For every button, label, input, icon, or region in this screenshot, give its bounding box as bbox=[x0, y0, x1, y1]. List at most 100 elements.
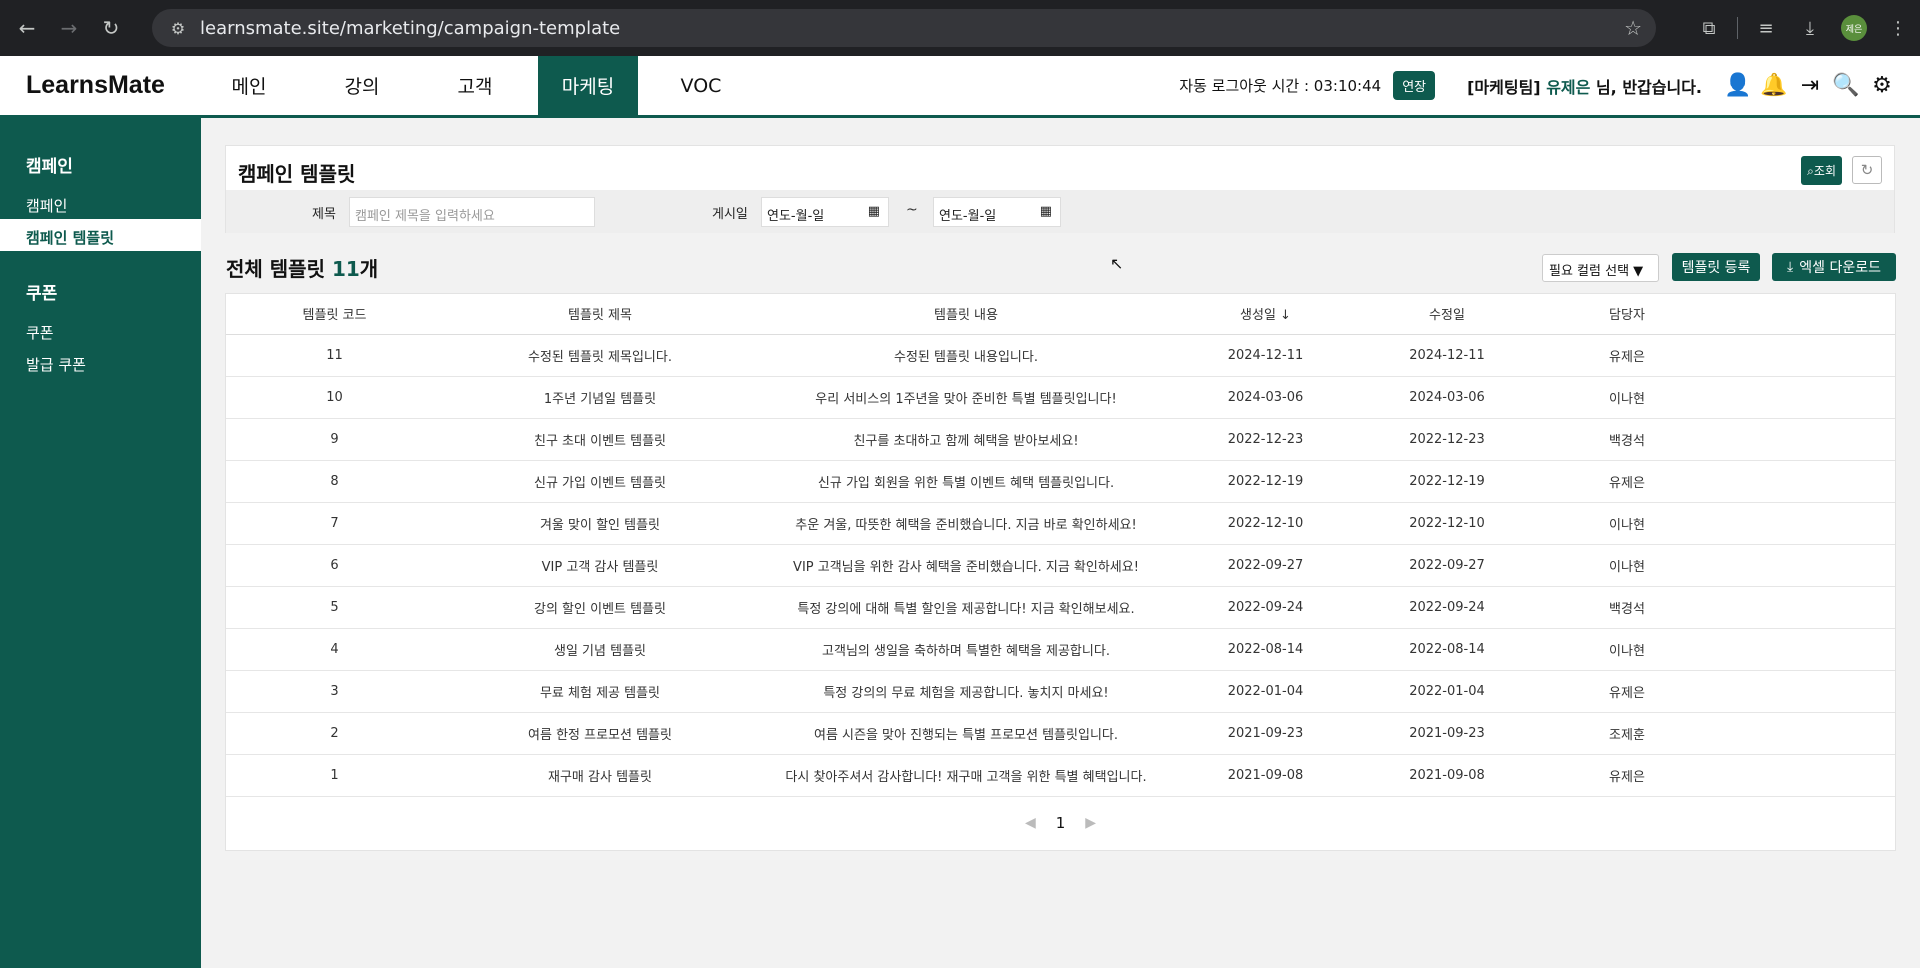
table-cell: 재구매 감사 템플릿 bbox=[443, 754, 757, 797]
table-row[interactable]: 5 강의 할인 이벤트 템플릿 특정 강의에 대해 특별 할인을 제공합니다! 지금… bbox=[226, 586, 1895, 629]
table-cell: 생일 기념 템플릿 bbox=[443, 628, 757, 671]
table-cell: 특정 강의의 무료 체험을 제공합니다. 놓치지 마세요! bbox=[757, 670, 1175, 713]
col-template-title[interactable]: 템플릿 제목 bbox=[443, 294, 757, 335]
table-row[interactable]: 9 친구 초대 이벤트 템플릿 친구를 초대하고 함께 혜택을 받아보세요! 2022… bbox=[226, 418, 1895, 461]
col-spacer bbox=[1716, 294, 1895, 335]
reload-icon[interactable]: ↻ bbox=[96, 13, 126, 43]
main-nav: 메인 강의 고객 마케팅 VOC bbox=[186, 56, 751, 115]
table-cell: 이나현 bbox=[1538, 544, 1716, 587]
table-cell: 2021-09-08 bbox=[1356, 754, 1538, 797]
extend-session-button[interactable]: 연장 bbox=[1393, 71, 1436, 100]
address-bar[interactable]: ⚙ learnsmate.site/marketing/campaign-tem… bbox=[152, 9, 1656, 47]
date-to-input[interactable]: 연도-월-일 ▦ bbox=[933, 197, 1061, 227]
app-header: LearnsMate 메인 강의 고객 마케팅 VOC 자동 로그아웃 시간 :… bbox=[0, 56, 1920, 118]
table-cell: 이나현 bbox=[1538, 628, 1716, 671]
table-row[interactable]: 2 여름 한정 프로모션 템플릿 여름 시즌을 맞아 진행되는 특별 프로모션 템플… bbox=[226, 712, 1895, 755]
table-cell: 2022-12-10 bbox=[1175, 502, 1356, 545]
date-from-input[interactable]: 연도-월-일 ▦ bbox=[761, 197, 889, 227]
nav-marketing[interactable]: 마케팅 bbox=[538, 56, 638, 115]
sidebar-group-coupon: 쿠폰 쿠폰 발급 쿠폰 bbox=[0, 279, 201, 378]
nav-voc[interactable]: VOC bbox=[651, 56, 751, 115]
table-header-row: 템플릿 코드 템플릿 제목 템플릿 내용 생성일 ↓ 수정일 담당자 bbox=[226, 294, 1895, 335]
calendar-icon[interactable]: ▦ bbox=[868, 204, 880, 219]
media-queue-icon[interactable]: ≡ bbox=[1744, 18, 1788, 39]
refresh-icon: ↻ bbox=[1860, 161, 1874, 179]
prev-page-icon[interactable]: ◀ bbox=[1025, 815, 1036, 831]
app-logo[interactable]: LearnsMate bbox=[26, 71, 186, 100]
table-cell: 2022-08-14 bbox=[1356, 628, 1538, 671]
nav-customer[interactable]: 고객 bbox=[425, 56, 525, 115]
logout-icon[interactable]: ⇥ bbox=[1792, 73, 1828, 98]
extensions-icon[interactable]: ⧉ bbox=[1687, 18, 1731, 39]
nav-main[interactable]: 메인 bbox=[199, 56, 299, 115]
table-row[interactable]: 10 1주년 기념일 템플릿 우리 서비스의 1주년을 맞아 준비한 특별 템플릿입… bbox=[226, 376, 1895, 419]
sidebar-item-campaign-template[interactable]: 캠페인 템플릿 bbox=[0, 219, 201, 251]
search-panel: 캠페인 템플릿 ⌕조회 ↻ 제목 캠페인 제목을 입력하세요 게시일 연도-월-… bbox=[225, 145, 1895, 233]
back-icon[interactable]: ← bbox=[12, 13, 42, 43]
reset-button[interactable]: ↻ bbox=[1852, 156, 1882, 184]
gear-icon[interactable]: ⚙ bbox=[1864, 73, 1900, 98]
table-body: 11 수정된 템플릿 제목입니다. 수정된 템플릿 내용입니다. 2024-12-11… bbox=[226, 334, 1895, 797]
sidebar-item-campaign[interactable]: 캠페인 bbox=[0, 187, 201, 219]
col-template-code[interactable]: 템플릿 코드 bbox=[226, 294, 443, 335]
page-number[interactable]: 1 bbox=[1056, 814, 1066, 832]
user-profile-icon[interactable]: 👤 bbox=[1720, 73, 1756, 98]
site-info-icon[interactable]: ⚙ bbox=[160, 19, 196, 38]
table-cell: 7 bbox=[226, 502, 443, 545]
table-cell: 고객님의 생일을 축하하며 특별한 혜택을 제공합니다. bbox=[757, 628, 1175, 671]
date-filter-label: 게시일 bbox=[712, 207, 748, 222]
title-filter-label: 제목 bbox=[312, 207, 336, 222]
col-created-date[interactable]: 생성일 ↓ bbox=[1175, 294, 1356, 335]
table-row[interactable]: 7 겨울 맞이 할인 템플릿 추운 겨울, 따뜻한 혜택을 준비했습니다. 지금 바… bbox=[226, 502, 1895, 545]
column-select-dropdown[interactable]: 필요 컬럼 선택 ▼ bbox=[1542, 254, 1659, 282]
table-row[interactable]: 1 재구매 감사 템플릿 다시 찾아주셔서 감사합니다! 재구매 고객을 위한 특별… bbox=[226, 754, 1895, 797]
title-search-input[interactable]: 캠페인 제목을 입력하세요 bbox=[349, 197, 595, 227]
profile-avatar[interactable]: 제은 bbox=[1841, 15, 1867, 41]
table-cell-spacer bbox=[1716, 628, 1895, 671]
mouse-cursor-icon: ↖ bbox=[1110, 254, 1124, 273]
download-icon[interactable]: ⤓ bbox=[1788, 18, 1832, 39]
table-row[interactable]: 6 VIP 고객 감사 템플릿 VIP 고객님을 위한 감사 혜택을 준비했습니다.… bbox=[226, 544, 1895, 587]
table-row[interactable]: 8 신규 가입 이벤트 템플릿 신규 가입 회원을 위한 특별 이벤트 혜택 템플릿… bbox=[226, 460, 1895, 503]
table-cell: 강의 할인 이벤트 템플릿 bbox=[443, 586, 757, 629]
table-cell: 다시 찾아주셔서 감사합니다! 재구매 고객을 위한 특별 혜택입니다. bbox=[757, 754, 1175, 797]
col-modified-date[interactable]: 수정일 bbox=[1356, 294, 1538, 335]
register-template-button[interactable]: 템플릿 등록 bbox=[1672, 253, 1760, 281]
table-cell: 무료 체험 제공 템플릿 bbox=[443, 670, 757, 713]
col-template-content[interactable]: 템플릿 내용 bbox=[757, 294, 1175, 335]
table-cell: VIP 고객님을 위한 감사 혜택을 준비했습니다. 지금 확인하세요! bbox=[757, 544, 1175, 587]
table-cell: 2024-03-06 bbox=[1356, 376, 1538, 419]
table-row[interactable]: 4 생일 기념 템플릿 고객님의 생일을 축하하며 특별한 혜택을 제공합니다. 20… bbox=[226, 628, 1895, 671]
bell-icon[interactable]: 🔔 bbox=[1756, 73, 1792, 98]
table-row[interactable]: 3 무료 체험 제공 템플릿 특정 강의의 무료 체험을 제공합니다. 놓치지 마세… bbox=[226, 670, 1895, 713]
next-page-icon[interactable]: ▶ bbox=[1085, 815, 1096, 831]
nav-lecture[interactable]: 강의 bbox=[312, 56, 412, 115]
list-title-suffix: 개 bbox=[359, 257, 379, 281]
sidebar-item-issued-coupon[interactable]: 발급 쿠폰 bbox=[0, 346, 201, 378]
col-manager[interactable]: 담당자 bbox=[1538, 294, 1716, 335]
table-cell: 친구 초대 이벤트 템플릿 bbox=[443, 418, 757, 461]
url-text[interactable]: learnsmate.site/marketing/campaign-templ… bbox=[200, 18, 620, 39]
forward-icon[interactable]: → bbox=[54, 13, 84, 43]
search-button-label: 조회 bbox=[1813, 164, 1836, 178]
table-cell: 2022-12-23 bbox=[1175, 418, 1356, 461]
search-icon[interactable]: 🔍 bbox=[1828, 73, 1864, 98]
list-title-prefix: 전체 템플릿 bbox=[226, 257, 332, 281]
table-cell: 2 bbox=[226, 712, 443, 755]
table-cell: 9 bbox=[226, 418, 443, 461]
browser-toolbar: ← → ↻ ⚙ learnsmate.site/marketing/campai… bbox=[0, 0, 1920, 56]
bookmark-star-icon[interactable]: ☆ bbox=[1624, 16, 1642, 40]
excel-download-label: 엑셀 다운로드 bbox=[1799, 260, 1881, 276]
table-cell-spacer bbox=[1716, 586, 1895, 629]
table-cell: 2022-09-24 bbox=[1356, 586, 1538, 629]
sidebar-item-coupon[interactable]: 쿠폰 bbox=[0, 314, 201, 346]
caret-down-icon: ▼ bbox=[1633, 264, 1644, 279]
table-cell-spacer bbox=[1716, 418, 1895, 461]
table-cell: 겨울 맞이 할인 템플릿 bbox=[443, 502, 757, 545]
browser-menu-icon[interactable]: ⋮ bbox=[1876, 18, 1920, 39]
table-row[interactable]: 11 수정된 템플릿 제목입니다. 수정된 템플릿 내용입니다. 2024-12-11… bbox=[226, 334, 1895, 377]
calendar-icon[interactable]: ▦ bbox=[1040, 204, 1052, 219]
table-cell: 수정된 템플릿 제목입니다. bbox=[443, 334, 757, 377]
search-button[interactable]: ⌕조회 bbox=[1801, 156, 1842, 185]
excel-download-button[interactable]: ⤓ 엑셀 다운로드 bbox=[1772, 253, 1896, 281]
